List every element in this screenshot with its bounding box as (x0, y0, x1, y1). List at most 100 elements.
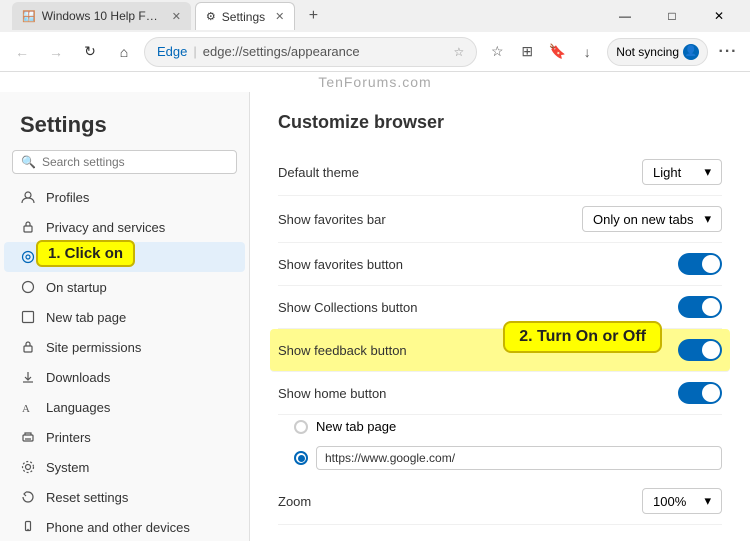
svg-text:A: A (22, 403, 30, 414)
not-syncing-label: Not syncing (616, 45, 679, 59)
url-radio-option[interactable] (294, 442, 722, 474)
feedback-toggle[interactable] (678, 339, 722, 361)
address-separator: | (193, 44, 196, 59)
feedback-row-wrapper: Show feedback button 2. Turn On or Off (278, 329, 722, 372)
new-tab-radio-option[interactable]: New tab page (294, 415, 722, 438)
edge-label: Edge (157, 44, 187, 59)
default-theme-dropdown[interactable]: Light ▾ (642, 159, 722, 185)
reset-label: Reset settings (46, 490, 128, 505)
newtab-icon (20, 309, 36, 325)
more-button[interactable]: ··· (714, 38, 742, 66)
refresh-button[interactable]: ↻ (76, 38, 104, 66)
appearance-row: Appearance 1. Click on (0, 242, 249, 272)
minimize-button[interactable]: — (602, 0, 648, 32)
tab-forums-close[interactable]: ✕ (172, 10, 181, 23)
phone-label: Phone and other devices (46, 520, 190, 535)
phone-icon (20, 519, 36, 535)
permissions-label: Site permissions (46, 340, 141, 355)
languages-icon: A (20, 399, 36, 415)
home-toggle[interactable] (678, 382, 722, 404)
sidebar-item-startup[interactable]: On startup (4, 272, 245, 302)
home-label: Show home button (278, 386, 386, 401)
sidebar-item-profiles[interactable]: Profiles (4, 182, 245, 212)
close-button[interactable]: ✕ (696, 0, 742, 32)
new-tab-radio-circle[interactable] (294, 420, 308, 434)
downloads-label: Downloads (46, 370, 110, 385)
tab-settings-label: Settings (222, 10, 265, 24)
setting-row-zoom: Zoom 100% ▾ (278, 478, 722, 525)
star-icon[interactable]: ☆ (454, 45, 465, 59)
title-bar: 🪟 Windows 10 Help Forums ✕ ⚙ Settings ✕ … (0, 0, 750, 32)
address-field[interactable]: Edge | edge://settings/appearance ☆ (144, 37, 477, 67)
url-radio-circle[interactable] (294, 451, 308, 465)
window-controls: — □ ✕ (602, 0, 742, 32)
default-theme-label: Default theme (278, 165, 359, 180)
sidebar-item-languages[interactable]: A Languages (4, 392, 245, 422)
sidebar-item-reset[interactable]: Reset settings (4, 482, 245, 512)
printers-icon (20, 429, 36, 445)
hub-icon[interactable]: 🔖 (543, 38, 571, 66)
search-input[interactable] (42, 155, 228, 169)
sidebar-item-downloads[interactable]: Downloads (4, 362, 245, 392)
maximize-button[interactable]: □ (649, 0, 695, 32)
favorites-icon[interactable]: ☆ (483, 38, 511, 66)
printers-label: Printers (46, 430, 91, 445)
zoom-label: Zoom (278, 494, 311, 509)
tab-forums-label: Windows 10 Help Forums (42, 9, 162, 23)
feedback-label: Show feedback button (278, 343, 407, 358)
home-button[interactable]: ⌂ (110, 38, 138, 66)
tab-settings-close[interactable]: ✕ (275, 10, 284, 23)
profile-icon: 👤 (683, 44, 699, 60)
fav-bar-dropdown[interactable]: Only on new tabs ▾ (582, 206, 722, 232)
new-tab-page-label: New tab page (316, 419, 396, 434)
fav-button-toggle[interactable] (678, 253, 722, 275)
system-icon (20, 459, 36, 475)
zoom-dropdown[interactable]: 100% ▾ (642, 488, 722, 514)
profiles-label: Profiles (46, 190, 89, 205)
home-options: New tab page (278, 415, 722, 478)
forward-button[interactable]: → (42, 38, 70, 66)
new-tab-button[interactable]: + (299, 2, 327, 30)
search-box[interactable]: 🔍 (12, 150, 237, 174)
main-layout: Settings 🔍 Profiles Privacy and services (0, 92, 750, 541)
address-bar: ← → ↻ ⌂ Edge | edge://settings/appearanc… (0, 32, 750, 72)
search-icon: 🔍 (21, 155, 36, 169)
sidebar-item-newtab[interactable]: New tab page (4, 302, 245, 332)
address-actions: ☆ ⊞ 🔖 ↓ (483, 38, 601, 66)
watermark: TenForums.com (0, 72, 750, 92)
reset-icon (20, 489, 36, 505)
fav-button-label: Show favorites button (278, 257, 403, 272)
setting-row-fav-bar: Show favorites bar Only on new tabs ▾ (278, 196, 722, 243)
address-url: edge://settings/appearance (203, 44, 448, 59)
privacy-label: Privacy and services (46, 220, 165, 235)
tab-group: 🪟 Windows 10 Help Forums ✕ ⚙ Settings ✕ … (12, 0, 327, 32)
fav-bar-label: Show favorites bar (278, 212, 386, 227)
sidebar-item-privacy[interactable]: Privacy and services (4, 212, 245, 242)
startup-icon (20, 279, 36, 295)
zoom-chevron-icon: ▾ (704, 493, 711, 509)
sidebar-item-phone[interactable]: Phone and other devices (4, 512, 245, 541)
section-title: Customize browser (278, 112, 722, 133)
home-url-input[interactable] (316, 446, 722, 470)
fav-bar-value: Only on new tabs (593, 212, 693, 227)
annotation-step1: 1. Click on (36, 240, 135, 267)
permissions-icon (20, 339, 36, 355)
sidebar-item-system[interactable]: System (4, 452, 245, 482)
collections-label: Show Collections button (278, 300, 417, 315)
collections-icon[interactable]: ⊞ (513, 38, 541, 66)
tab-forums[interactable]: 🪟 Windows 10 Help Forums ✕ (12, 2, 191, 30)
fav-bar-chevron-icon: ▾ (704, 211, 711, 227)
collections-toggle[interactable] (678, 296, 722, 318)
tab-settings[interactable]: ⚙ Settings ✕ (195, 2, 295, 30)
startup-label: On startup (46, 280, 107, 295)
sidebar-item-permissions[interactable]: Site permissions (4, 332, 245, 362)
downloads-icon-nav (20, 369, 36, 385)
setting-row-default-theme: Default theme Light ▾ (278, 149, 722, 196)
downloads-icon[interactable]: ↓ (573, 38, 601, 66)
profiles-icon (20, 189, 36, 205)
profile-button[interactable]: Not syncing 👤 (607, 38, 708, 66)
languages-label: Languages (46, 400, 110, 415)
back-button[interactable]: ← (8, 38, 36, 66)
sidebar-item-printers[interactable]: Printers (4, 422, 245, 452)
system-label: System (46, 460, 89, 475)
